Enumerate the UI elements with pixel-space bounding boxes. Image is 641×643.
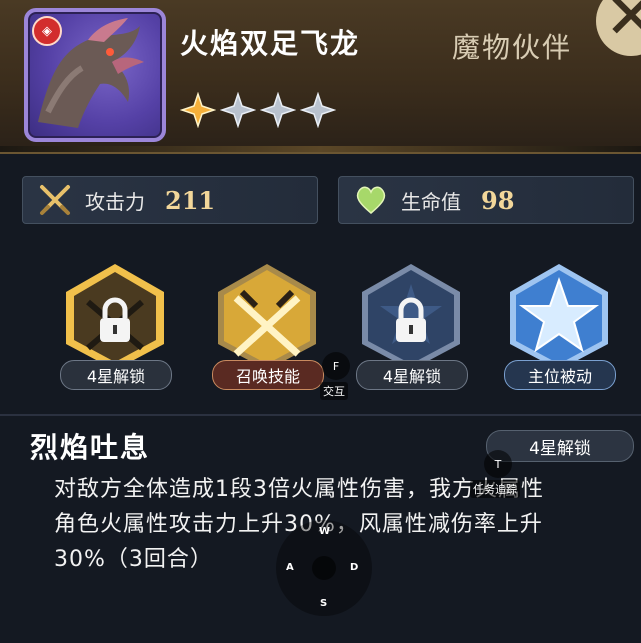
task-key-hint[interactable]: T	[484, 450, 512, 478]
skill-hex-passive	[510, 264, 608, 370]
section-divider	[0, 414, 641, 416]
health-value: 98	[481, 185, 515, 215]
skill-slot-1-label: 4星解锁	[60, 360, 172, 390]
joystick-key-right: D	[350, 562, 359, 573]
skill-hex-locked	[362, 264, 460, 370]
crossed-swords-icon	[37, 182, 73, 218]
interact-key-hint[interactable]: F	[322, 352, 350, 380]
fire-element-icon: ◈	[32, 16, 62, 46]
health-stat: 生命值 98	[338, 176, 634, 224]
companion-category: 魔物伙伴	[452, 31, 573, 64]
star-empty-icon	[300, 92, 336, 128]
skill-slot-4-label: 主位被动	[504, 360, 616, 390]
star-rating	[180, 92, 336, 128]
skill-slot-3[interactable]: 4星解锁	[356, 262, 468, 390]
skill-slot-1[interactable]: 4星解锁	[60, 262, 172, 390]
skill-slot-4[interactable]: 主位被动	[504, 262, 616, 390]
companion-name: 火焰双足飞龙	[180, 27, 361, 60]
health-label: 生命值	[401, 189, 461, 214]
joystick-center[interactable]	[312, 556, 336, 580]
skill-title: 烈焰吐息	[30, 431, 151, 464]
joystick-key-up: W	[319, 526, 331, 537]
attack-value: 211	[165, 185, 216, 215]
joystick-key-left: A	[286, 562, 294, 573]
interact-hint-label: 交互	[320, 382, 348, 400]
heart-icon	[353, 182, 389, 218]
star-empty-icon	[260, 92, 296, 128]
description-line-1: 对敌方全体造成1段3倍火属性伤害，我方火属性	[54, 477, 544, 502]
skill-slot-3-label: 4星解锁	[356, 360, 468, 390]
star-filled-icon	[180, 92, 216, 128]
movement-joystick[interactable]: W A S D	[276, 520, 372, 616]
joystick-key-down: S	[320, 598, 328, 609]
attack-stat: 攻击力 211	[22, 176, 318, 224]
star-empty-icon	[220, 92, 256, 128]
attack-label: 攻击力	[85, 189, 145, 214]
skill-slot-2[interactable]: 召唤技能	[212, 262, 324, 390]
task-tracking-label: 任务追踪	[470, 480, 520, 498]
skill-hex-active	[218, 264, 316, 370]
skill-slot-2-label: 召唤技能	[212, 360, 324, 390]
skill-hex-locked-selected	[66, 264, 164, 370]
